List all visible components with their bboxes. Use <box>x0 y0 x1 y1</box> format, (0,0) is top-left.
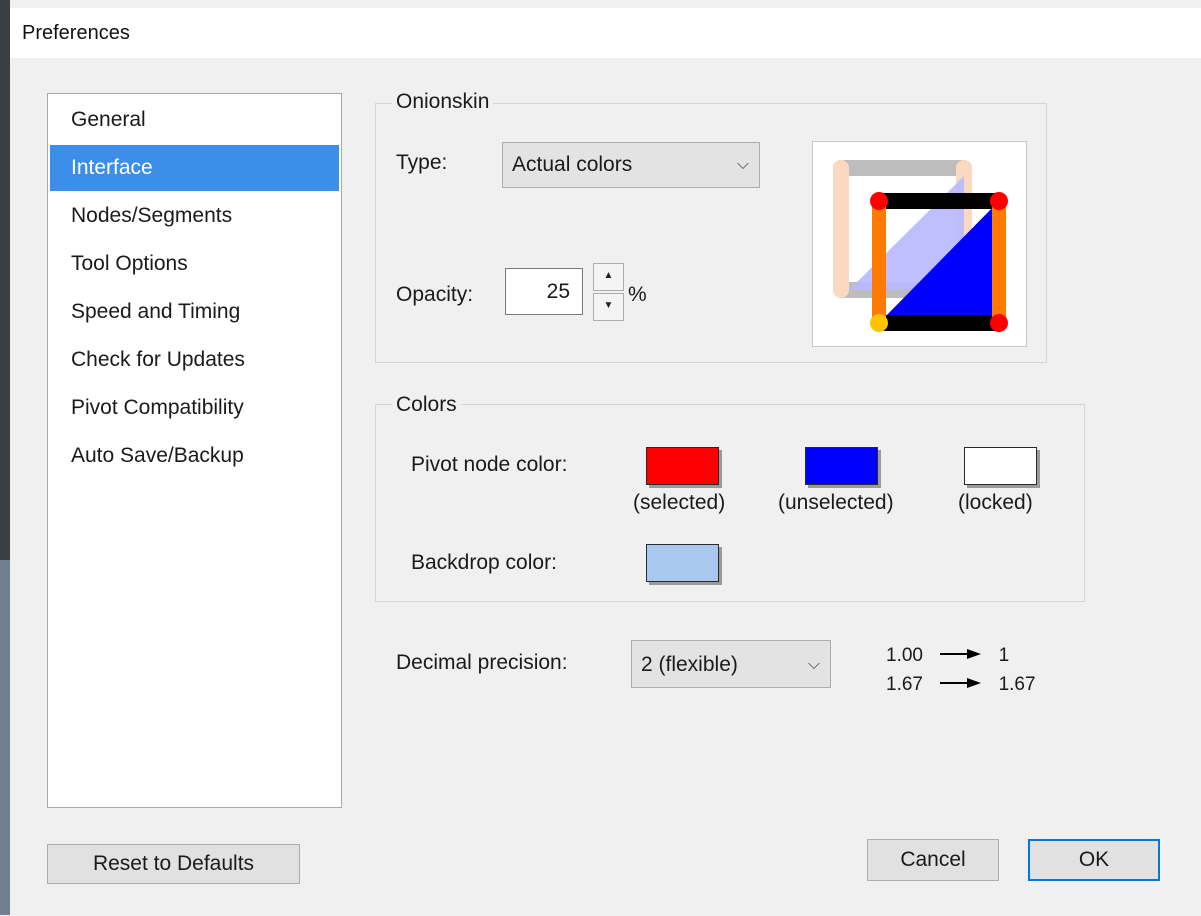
sidebar-item-nodes-segments[interactable]: Nodes/Segments <box>50 193 339 239</box>
sidebar-item-general[interactable]: General <box>50 97 339 143</box>
sidebar-item-interface[interactable]: Interface <box>50 145 339 191</box>
decimal-precision-label: Decimal precision: <box>396 651 568 674</box>
sidebar-item-speed-timing[interactable]: Speed and Timing <box>50 289 339 335</box>
sidebar-item-check-updates[interactable]: Check for Updates <box>50 337 339 383</box>
precision-example-row: 1.67 1.67 <box>886 670 1036 699</box>
example-from: 1.00 <box>886 645 923 666</box>
opacity-unit: % <box>628 283 647 306</box>
cancel-button[interactable]: Cancel <box>867 839 999 881</box>
category-list[interactable]: General Interface Nodes/Segments Tool Op… <box>47 93 342 808</box>
pivot-node-color-label: Pivot node color: <box>411 453 568 476</box>
onionskin-type-dropdown[interactable]: Actual colors ⌵ <box>502 142 760 188</box>
pivot-unselected-caption: (unselected) <box>778 491 894 514</box>
onionskin-type-value: Actual colors <box>512 153 633 176</box>
onionskin-preview <box>812 141 1027 347</box>
type-label: Type: <box>396 151 448 174</box>
sidebar-item-tool-options[interactable]: Tool Options <box>50 241 339 287</box>
pivot-selected-caption: (selected) <box>633 491 726 514</box>
chevron-down-icon: ⌵ <box>736 156 749 173</box>
decimal-precision-dropdown[interactable]: 2 (flexible) ⌵ <box>631 640 831 688</box>
arrow-right-icon <box>935 670 993 699</box>
dialog-title: Preferences <box>22 22 130 44</box>
precision-example-row: 1.00 1 <box>886 641 1036 670</box>
title-bar <box>10 8 1201 58</box>
triangle-down-icon[interactable]: ▼ <box>593 293 624 321</box>
decimal-precision-value: 2 (flexible) <box>641 653 738 676</box>
precision-examples: 1.00 1 1.67 1.67 <box>886 641 1036 699</box>
arrow-right-icon <box>935 641 993 670</box>
example-to: 1 <box>998 645 1010 666</box>
background-edge <box>0 0 10 915</box>
opacity-label: Opacity: <box>396 283 474 306</box>
opacity-input[interactable]: 25 <box>505 268 583 315</box>
example-from: 1.67 <box>886 674 923 695</box>
backdrop-color-label: Backdrop color: <box>411 551 557 574</box>
sidebar-item-auto-save[interactable]: Auto Save/Backup <box>50 433 339 479</box>
reset-defaults-button[interactable]: Reset to Defaults <box>47 844 300 884</box>
chevron-down-icon: ⌵ <box>807 656 820 673</box>
backdrop-color-swatch[interactable] <box>646 544 719 582</box>
pivot-unselected-color-swatch[interactable] <box>805 447 878 485</box>
onionskin-preview-figure <box>833 160 1008 332</box>
opacity-value: 25 <box>546 280 570 303</box>
pivot-locked-color-swatch[interactable] <box>964 447 1037 485</box>
colors-group-label: Colors <box>392 393 461 417</box>
onionskin-group-label: Onionskin <box>392 90 494 114</box>
triangle-up-icon[interactable]: ▲ <box>593 263 624 291</box>
ok-button[interactable]: OK <box>1028 839 1160 881</box>
sidebar-item-pivot-compatibility[interactable]: Pivot Compatibility <box>50 385 339 431</box>
example-to: 1.67 <box>998 674 1036 695</box>
pivot-locked-caption: (locked) <box>958 491 1033 514</box>
pivot-selected-color-swatch[interactable] <box>646 447 719 485</box>
